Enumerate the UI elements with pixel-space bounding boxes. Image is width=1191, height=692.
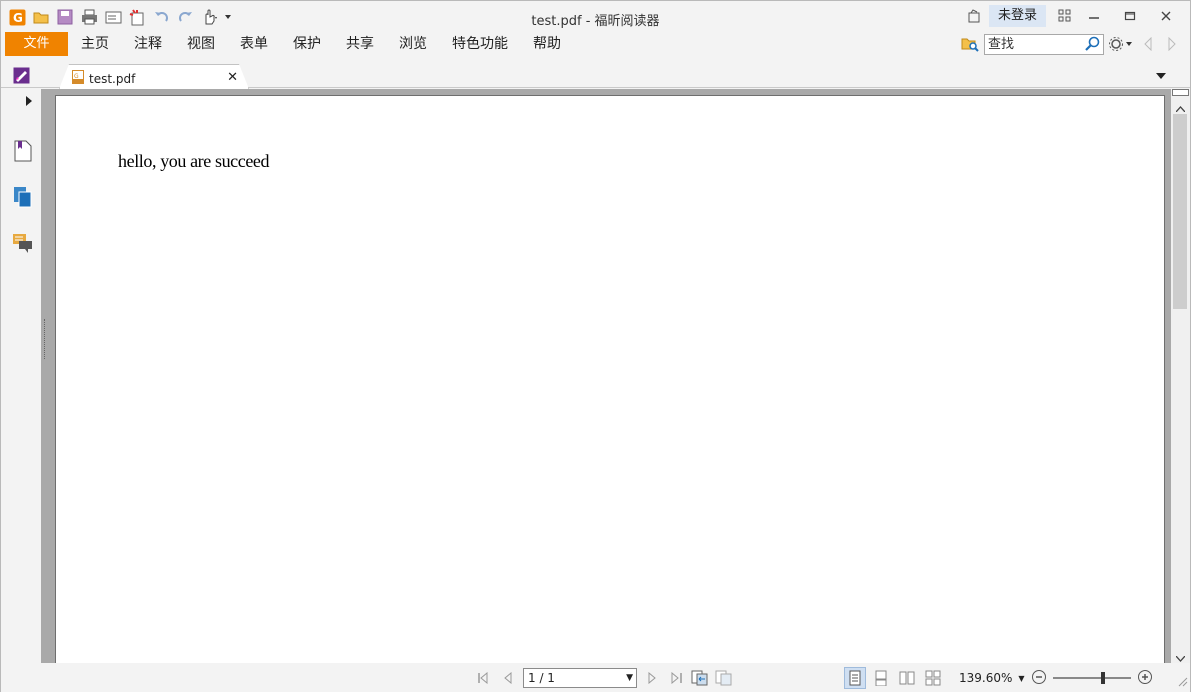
redo-icon[interactable] (175, 7, 195, 27)
search-icon[interactable] (1085, 36, 1101, 58)
facing-view-icon[interactable] (896, 667, 918, 689)
tab-features[interactable]: 特色功能 (452, 35, 508, 53)
pages-thumbnail-icon[interactable] (11, 185, 35, 209)
open-folder-icon[interactable] (31, 7, 51, 27)
print-icon[interactable] (79, 7, 99, 27)
continuous-view-icon[interactable] (870, 667, 892, 689)
tab-protect[interactable]: 保护 (293, 35, 321, 53)
scroll-up-icon[interactable] (1175, 101, 1186, 115)
title-bar: G test.pdf - 福昕阅读器 未登录 (1, 1, 1190, 31)
vertical-scrollbar[interactable] (1171, 89, 1190, 663)
tab-form[interactable]: 表单 (240, 35, 268, 53)
search-area: 查找 (960, 33, 1182, 55)
scan-icon[interactable] (103, 7, 123, 27)
minimize-icon (1089, 17, 1099, 19)
hand-tool-icon[interactable] (199, 7, 219, 27)
pdf-file-icon: G (72, 70, 84, 87)
page-dropdown-icon[interactable]: ▼ (626, 669, 633, 687)
panel-splitter-handle[interactable] (44, 319, 46, 359)
folder-search-icon[interactable] (960, 34, 980, 54)
zoom-out-icon[interactable] (1031, 669, 1047, 688)
resize-grip-icon[interactable] (1176, 675, 1188, 690)
file-menu-tab[interactable]: 文件 (5, 32, 68, 56)
close-icon (1161, 11, 1171, 21)
tab-share[interactable]: 共享 (346, 35, 374, 53)
zoom-in-icon[interactable] (1137, 669, 1153, 688)
tab-view[interactable]: 视图 (187, 35, 215, 53)
tab-browse[interactable]: 浏览 (399, 35, 427, 53)
new-icon[interactable] (127, 7, 147, 27)
svg-text:G: G (13, 11, 23, 25)
tab-comment[interactable]: 注释 (134, 35, 162, 53)
page-layout-buttons (844, 667, 944, 689)
restore-icon (1124, 11, 1136, 21)
zoom-slider-knob[interactable] (1100, 672, 1105, 684)
page-number-field[interactable]: 1 / 1 ▼ (523, 668, 637, 688)
zoom-slider[interactable] (1052, 672, 1131, 684)
split-view-handle[interactable] (1172, 89, 1189, 96)
tab-list-dropdown-icon[interactable] (1156, 69, 1166, 83)
app-logo-icon[interactable]: G (7, 7, 27, 27)
gear-icon[interactable] (1108, 34, 1134, 54)
document-tab-label: test.pdf (89, 71, 136, 86)
document-viewer[interactable]: hello, you are succeed (41, 89, 1171, 675)
zoom-value[interactable]: 139.60% (959, 671, 1012, 685)
menu-bar: 文件 主页 注释 视图 表单 保护 共享 浏览 特色功能 帮助 查找 (1, 31, 1190, 58)
quick-access-toolbar: G (7, 7, 233, 27)
ribbon-tabs: 主页 注释 视图 表单 保护 共享 浏览 特色功能 帮助 (81, 35, 586, 53)
document-tab[interactable]: G test.pdf ✕ (59, 64, 249, 89)
zoom-controls: 139.60% ▼ (959, 667, 1153, 689)
search-placeholder: 查找 (988, 36, 1015, 52)
comments-icon[interactable] (11, 231, 35, 255)
status-bar: 1 / 1 ▼ 139.60% ▼ (1, 663, 1190, 692)
login-button[interactable]: 未登录 (988, 5, 1046, 27)
app-window: G test.pdf - 福昕阅读器 未登录 文件 主页 注释 视图 表单 保护… (0, 0, 1191, 692)
maximize-button[interactable] (1112, 5, 1148, 27)
title-right-controls: 未登录 (963, 5, 1184, 27)
minimize-button[interactable] (1076, 5, 1112, 27)
save-icon[interactable] (55, 7, 75, 27)
search-input[interactable]: 查找 (984, 33, 1104, 58)
svg-text:G: G (74, 73, 79, 80)
undo-icon[interactable] (151, 7, 171, 27)
previous-view-icon[interactable] (691, 668, 709, 688)
close-window-button[interactable] (1148, 5, 1184, 27)
pdf-page: hello, you are succeed (55, 95, 1165, 675)
next-page-icon[interactable] (643, 668, 661, 688)
document-tab-row: G test.pdf ✕ (1, 58, 1190, 89)
last-page-icon[interactable] (667, 668, 685, 688)
continuous-facing-view-icon[interactable] (922, 667, 944, 689)
close-tab-icon[interactable]: ✕ (227, 70, 238, 85)
tab-home[interactable]: 主页 (81, 35, 109, 53)
bookmark-icon[interactable] (11, 139, 35, 163)
single-page-view-icon[interactable] (844, 667, 866, 689)
first-page-icon[interactable] (475, 668, 493, 688)
previous-result-icon[interactable] (1138, 37, 1158, 51)
page-number-value: 1 / 1 (528, 671, 555, 685)
next-view-icon[interactable] (715, 668, 733, 688)
left-navigation-panel (1, 89, 41, 663)
next-result-icon[interactable] (1162, 37, 1182, 51)
scrollbar-thumb[interactable] (1173, 114, 1187, 309)
zoom-dropdown-icon[interactable]: ▼ (1018, 674, 1024, 683)
pen-tool-icon[interactable] (13, 67, 30, 87)
customize-dropdown-icon[interactable] (223, 7, 233, 27)
expand-panel-icon[interactable] (25, 95, 33, 109)
previous-page-icon[interactable] (499, 668, 517, 688)
skin-icon[interactable] (963, 5, 985, 27)
page-text: hello, you are succeed (118, 151, 270, 171)
layout-grid-icon[interactable] (1054, 5, 1076, 27)
page-navigation: 1 / 1 ▼ (475, 667, 733, 689)
tab-help[interactable]: 帮助 (533, 35, 561, 53)
